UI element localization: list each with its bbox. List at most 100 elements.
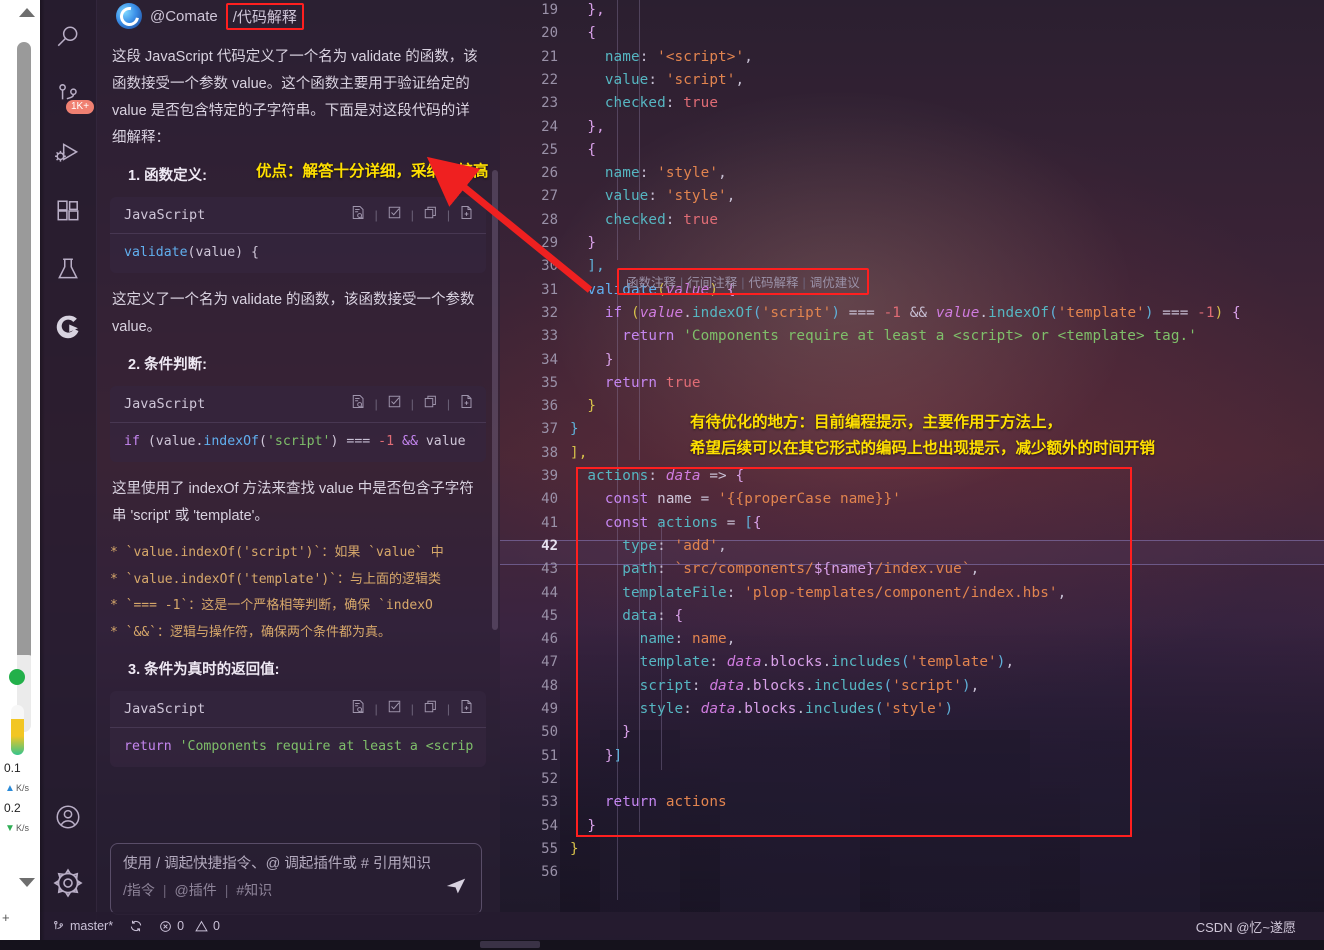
code-token: return [622, 328, 675, 345]
copy-icon[interactable] [423, 205, 438, 225]
chat-scrollbar[interactable] [490, 0, 500, 920]
line-number: 40 [541, 491, 558, 508]
code-line[interactable]: } [570, 841, 579, 857]
problems-indicator[interactable]: 0 0 [159, 919, 220, 933]
code-token: : [665, 211, 684, 228]
chip-plugin[interactable]: @插件 [175, 880, 217, 900]
codelens-code-explain[interactable]: 代码解释 [749, 276, 799, 290]
codelens-actions[interactable]: 函数注释 | 行间注释 | 代码解释 | 调优建议 [617, 268, 869, 295]
line-number: 25 [541, 141, 558, 158]
code-token: === [840, 304, 884, 321]
code-line[interactable]: ], [570, 445, 587, 461]
overlay-shadow [40, 0, 45, 940]
code-card-3-actions: | | | [351, 699, 474, 719]
bullet-item: * `&&`：逻辑与操作符，确保两个条件都为真。 [110, 624, 391, 640]
code-token: checked [604, 95, 666, 112]
preview-icon[interactable] [351, 699, 366, 719]
line-number: 52 [541, 770, 558, 787]
extensions-icon[interactable] [40, 182, 96, 240]
code-token: true [683, 95, 719, 112]
code-line[interactable]: name: '<script>', [570, 49, 753, 65]
accounts-icon[interactable] [40, 788, 96, 854]
insert-file-icon[interactable] [459, 699, 474, 719]
network-speed-widget[interactable]: 0.1 ▲ K/s 0.2 ▼ K/s [0, 655, 36, 855]
error-count: 0 [177, 919, 185, 933]
line-number: 36 [541, 398, 558, 415]
code-line[interactable]: value: 'script', [570, 72, 744, 88]
code-token: true [683, 211, 719, 228]
code-token: value [604, 71, 649, 88]
code-card-3-header: JavaScript | | | [110, 691, 486, 728]
chip-knowledge[interactable]: #知识 [236, 880, 272, 900]
code-line[interactable]: checked: true [570, 95, 718, 111]
code-card-1-body: validate(value) { [124, 245, 259, 260]
preview-icon[interactable] [351, 205, 366, 225]
comate-chat-panel: @Comate /代码解释 这段 JavaScript 代码定义了一个名为 va… [96, 0, 500, 920]
search-icon[interactable] [40, 8, 96, 66]
chip-separator: | [224, 882, 229, 898]
code-line[interactable]: }, [570, 2, 605, 18]
code-line[interactable]: } [570, 398, 596, 414]
code-line[interactable]: } [570, 352, 614, 368]
scroll-down-arrow-icon[interactable] [19, 878, 35, 887]
code-token: } [587, 398, 597, 415]
sync-icon[interactable] [129, 919, 143, 933]
chat-input-box[interactable]: 使用 / 调起快捷指令、@ 调起插件或 # 引用知识 /指令 | @插件 | #… [110, 843, 482, 915]
code-token: ) [1144, 304, 1154, 321]
comate-avatar-icon [115, 2, 143, 30]
code-line[interactable]: }, [570, 119, 605, 135]
status-dot-icon [9, 669, 25, 685]
send-icon[interactable] [445, 875, 467, 902]
code-token: } [570, 421, 579, 438]
codelens-function-comment[interactable]: 函数注释 [626, 276, 676, 290]
line-number: 37 [541, 421, 558, 438]
chat-scroll-area[interactable]: @Comate /代码解释 这段 JavaScript 代码定义了一个名为 va… [96, 0, 500, 920]
code-token: checked [604, 211, 666, 228]
code-card-2-actions: | | | [351, 394, 474, 414]
line-number: 46 [541, 631, 558, 648]
code-token: === [1153, 304, 1198, 321]
line-number: 50 [541, 724, 558, 741]
check-icon[interactable] [387, 699, 402, 719]
code-line[interactable]: return true [570, 375, 701, 391]
code-line[interactable]: { [570, 142, 596, 158]
code-line[interactable]: } [570, 421, 579, 437]
command-tag[interactable]: /代码解释 [225, 2, 304, 30]
code-line[interactable]: return 'Components require at least a <s… [570, 328, 1197, 344]
codelens-optimize-suggestion[interactable]: 调优建议 [810, 276, 860, 290]
code-token: ], [570, 444, 588, 461]
code-card-3-body: return 'Components require at least a <s… [124, 739, 474, 754]
code-token: ( [752, 304, 762, 321]
check-icon[interactable] [387, 205, 402, 225]
run-and-debug-icon[interactable] [40, 124, 96, 182]
testing-icon[interactable] [40, 240, 96, 298]
upload-speed-value: 0.1 [4, 761, 21, 775]
chip-command[interactable]: /指令 [123, 880, 155, 900]
section-2-title-text: 2. 条件判断: [128, 357, 207, 373]
code-token: name [604, 48, 640, 65]
action-separator: | [374, 702, 378, 716]
plus-icon[interactable]: + [2, 910, 10, 925]
code-token: . [979, 304, 989, 321]
codelens-inline-comment[interactable]: 行间注释 [687, 276, 737, 290]
copy-icon[interactable] [423, 394, 438, 414]
preview-icon[interactable] [351, 394, 366, 414]
scrollbar-thumb[interactable] [17, 42, 31, 732]
check-icon[interactable] [387, 394, 402, 414]
code-line[interactable]: if (value.indexOf('script') === -1 && va… [570, 305, 1241, 321]
copy-icon[interactable] [423, 699, 438, 719]
comate-icon[interactable] [40, 298, 96, 356]
code-token: . [683, 304, 692, 321]
scroll-up-arrow-icon[interactable] [19, 8, 35, 17]
status-branch[interactable]: master* [52, 919, 113, 933]
insert-file-icon[interactable] [459, 394, 474, 414]
source-control-icon[interactable]: 1K+ [40, 66, 96, 124]
settings-gear-icon[interactable] [40, 854, 96, 920]
code-line[interactable]: { [570, 25, 596, 41]
section-2-title: 2. 条件判断: [128, 351, 486, 378]
